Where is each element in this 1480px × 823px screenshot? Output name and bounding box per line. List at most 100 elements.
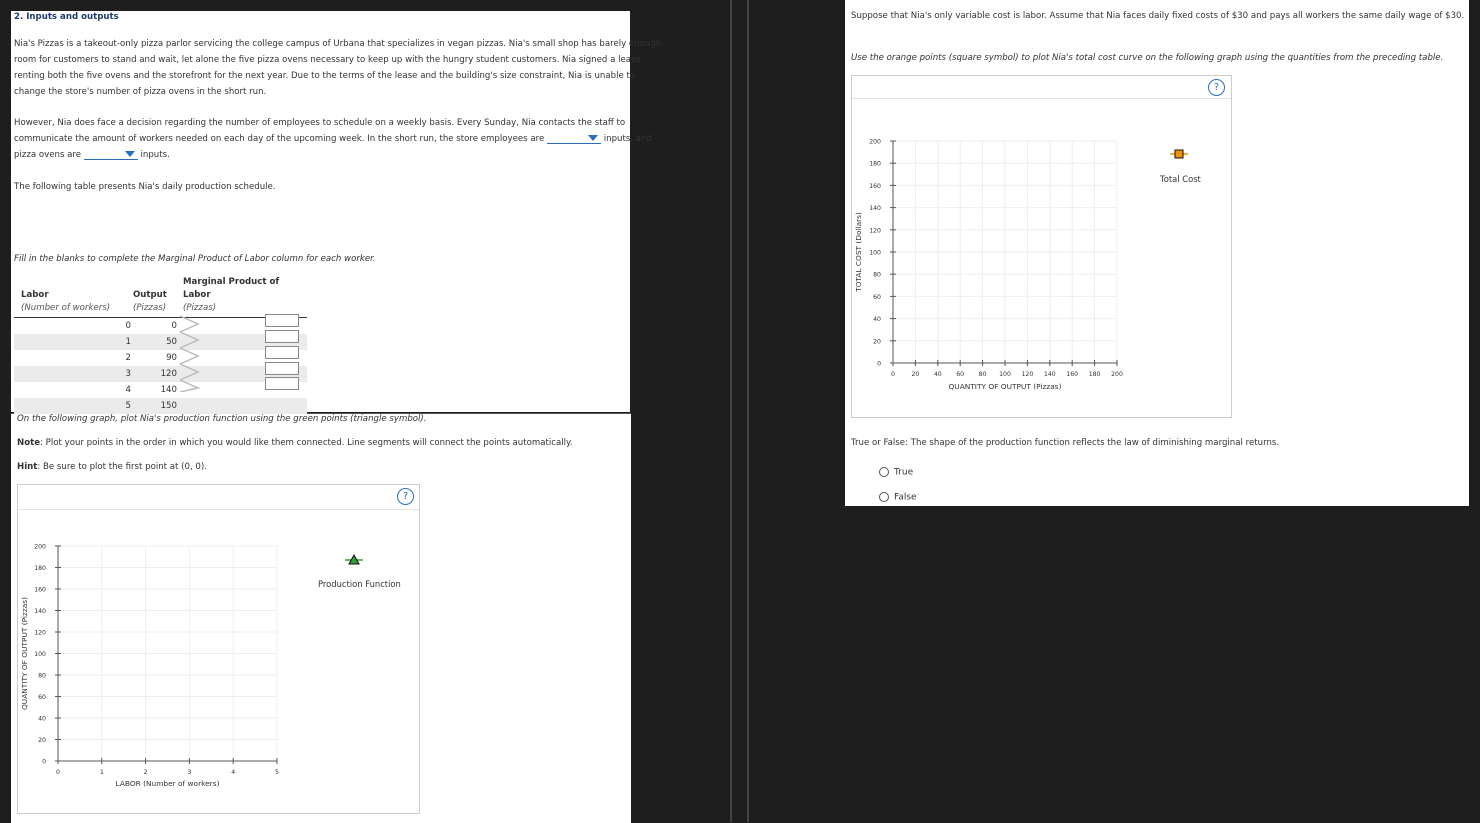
y-axis-label: QUANTITY OF OUTPUT (Pizzas) [20, 597, 29, 710]
y-tick-label: 80 [38, 673, 46, 680]
y-tick-label: 100 [869, 250, 881, 257]
ovens-input-type-dropdown[interactable] [83, 149, 138, 160]
pane-divider [747, 0, 749, 822]
section-heading: 2. Inputs and outputs [14, 12, 119, 22]
hint-text: : Be sure to plot the first point at (0,… [37, 462, 207, 472]
y-tick-label: 80 [873, 272, 881, 279]
y-tick-label: 200 [34, 544, 46, 551]
intro-line: room for customers to stand and wait, le… [14, 55, 641, 65]
pane-divider [730, 0, 732, 822]
option-true[interactable]: True [879, 467, 913, 478]
x-tick-label: 1 [100, 769, 104, 776]
y-tick-label: 0 [877, 361, 881, 368]
table-intro: The following table presents Nia's daily… [14, 182, 276, 192]
help-icon[interactable]: ? [1208, 79, 1225, 96]
output-header-title: Output [133, 290, 167, 300]
mpl-input-worker-5[interactable] [265, 377, 299, 390]
hint-line: Hint: Be sure to plot the first point at… [17, 459, 207, 475]
labor-cell: 2 [125, 353, 131, 363]
labor-cell: 0 [125, 321, 131, 331]
y-tick-label: 200 [869, 139, 881, 146]
production-function-legend-marker[interactable] [344, 553, 364, 567]
fill-instruction: Fill in the blanks to complete the Margi… [14, 254, 376, 264]
hint-label: Hint [17, 462, 38, 472]
decision-text: communicate the amount of workers needed… [14, 134, 545, 144]
x-axis-label: QUANTITY OF OUTPUT (Pizzas) [948, 382, 1061, 391]
output-cell: 90 [166, 353, 177, 363]
output-cell: 120 [160, 369, 177, 379]
employees-input-type-dropdown[interactable] [547, 133, 602, 144]
x-tick-label: 80 [979, 371, 987, 378]
note-label: Note [17, 438, 41, 448]
total-cost-chart[interactable]: 0 20 40 60 80 100 120 140 160 180 200 0 20 40 60 80 100 1… [851, 120, 1141, 400]
mpl-brackets [179, 315, 201, 392]
x-tick-label: 0 [891, 371, 895, 378]
table-row: 4 140 [14, 382, 307, 398]
bracket-chevron [179, 347, 200, 365]
radio-icon[interactable] [879, 467, 889, 477]
bracket-chevron [179, 379, 201, 392]
option-false-label: False [894, 492, 917, 503]
x-tick-label: 100 [999, 371, 1011, 378]
x-tick-label: 0 [56, 769, 60, 776]
decision-line: However, Nia does face a decision regard… [14, 118, 626, 128]
production-table: Labor (Number of workers) Output (Pizzas… [14, 276, 307, 414]
y-tick-label: 180 [869, 161, 881, 168]
decision-line: pizza ovens are inputs. [14, 147, 170, 163]
x-tick-label: 2 [144, 769, 148, 776]
y-tick-label: 20 [873, 338, 881, 345]
x-tick-label: 160 [1066, 371, 1078, 378]
note-line: Note: Plot your points in the order in w… [17, 435, 573, 451]
y-tick-label: 140 [869, 205, 881, 212]
x-tick-label: 4 [231, 769, 235, 776]
decision-text: inputs. [140, 150, 170, 160]
labor-cell: 3 [125, 369, 131, 379]
production-function-legend-label: Production Function [318, 579, 401, 589]
cost-instruction: Use the orange points (square symbol) to… [851, 53, 1444, 63]
x-tick-label: 120 [1021, 371, 1033, 378]
y-tick-label: 180 [34, 565, 46, 572]
square-icon [1174, 149, 1184, 159]
mpl-input-worker-1[interactable] [265, 314, 299, 327]
production-function-chart[interactable]: 0 20 40 60 80 100 120 140 160 180 200 0 1 2 3 4 5 QUANTIT… [17, 530, 317, 800]
y-axis-label: TOTAL COST (Dollars) [854, 212, 863, 293]
y-tick-label: 160 [869, 183, 881, 190]
x-axis-label: LABOR (Number of workers) [116, 779, 220, 788]
total-cost-legend-marker[interactable] [1169, 147, 1189, 161]
mpl-input-worker-4[interactable] [265, 362, 299, 375]
intro-line: Nia's Pizzas is a takeout-only pizza par… [14, 39, 662, 49]
help-icon[interactable]: ? [397, 488, 414, 505]
table-row: 2 90 [14, 350, 307, 366]
output-cell: 0 [171, 321, 177, 331]
true-false-question: True or False: The shape of the producti… [851, 438, 1280, 448]
x-tick-label: 140 [1044, 371, 1056, 378]
graph-header-rule [852, 98, 1231, 99]
y-tick-label: 140 [34, 608, 46, 615]
decision-text: inputs, and [603, 134, 652, 144]
bracket-chevron [179, 363, 200, 381]
total-cost-legend-label: Total Cost [1160, 174, 1201, 184]
labor-cell: 4 [125, 385, 131, 395]
labor-cell: 1 [125, 337, 131, 347]
radio-icon[interactable] [879, 492, 889, 502]
mpl-input-worker-2[interactable] [265, 330, 299, 343]
table-row: 1 50 [14, 334, 307, 350]
labor-header-title: Labor [21, 290, 49, 300]
decision-text: pizza ovens are [14, 150, 82, 160]
x-tick-label: 200 [1111, 371, 1123, 378]
graph-instruction: On the following graph, plot Nia's produ… [17, 414, 427, 424]
intro-line: change the store's number of pizza ovens… [14, 87, 267, 97]
output-cell: 50 [166, 337, 177, 347]
y-tick-label: 60 [38, 694, 46, 701]
labor-header-unit: (Number of workers) [21, 303, 111, 313]
output-cell: 140 [160, 385, 177, 395]
mpl-header: Marginal Product of Labor (Pizzas) [183, 276, 307, 315]
table-header-row: Labor (Number of workers) Output (Pizzas… [14, 276, 307, 315]
option-true-label: True [894, 467, 914, 478]
graph-header-rule [18, 509, 419, 510]
y-tick-label: 0 [42, 759, 46, 766]
mpl-input-worker-3[interactable] [265, 346, 299, 359]
option-false[interactable]: False [879, 492, 917, 503]
x-tick-label: 5 [275, 769, 279, 776]
intro-line: renting both the five ovens and the stor… [14, 71, 636, 81]
